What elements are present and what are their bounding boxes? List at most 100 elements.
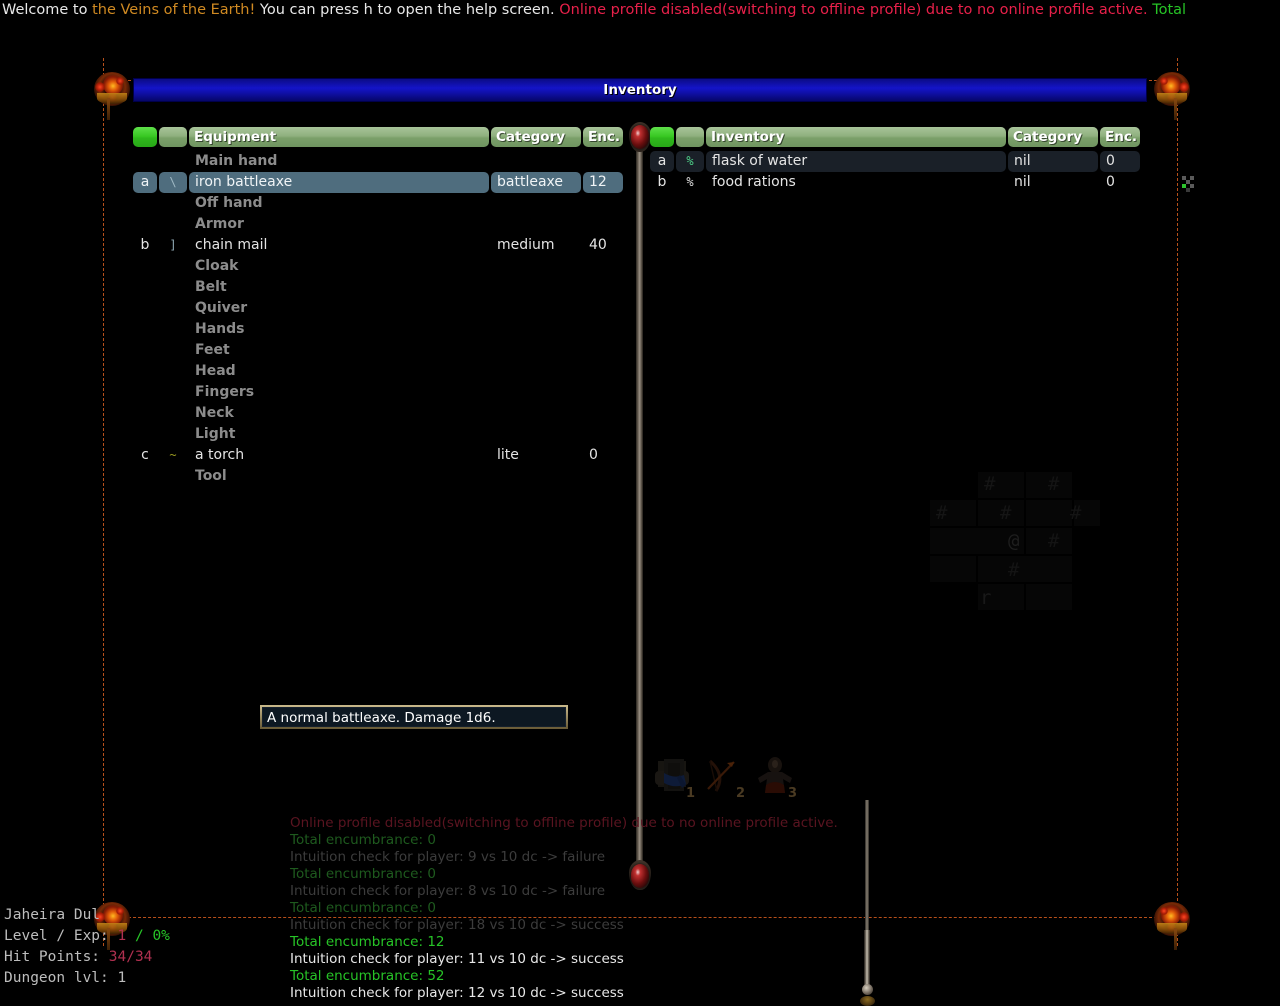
equipment-row-category[interactable]: battleaxe [491,172,581,193]
staff-top-gem [631,125,649,149]
player-status-panel: Jaheira Dul Level / Exp: 1 / 0% Hit Poin… [4,905,254,989]
equipment-slot-label: Off hand [195,195,263,211]
equipment-slot-label: Cloak [195,258,239,274]
level-value: 1 [117,928,127,944]
equipment-slot-label: Main hand [195,153,278,169]
hotbar-slot-3-number: 3 [787,786,797,801]
log-line: Intuition check for player: 11 vs 10 dc … [290,951,624,967]
equipment-slot-label: Hands [195,321,245,337]
inventory-row-category[interactable]: nil [1008,151,1098,172]
equipment-row-enc[interactable]: 40 [583,235,623,256]
top-message-segment-2: You can press h to open the help screen. [255,2,560,18]
map-wall-glyph: # [1048,530,1060,552]
equipment-slot-label: Light [195,426,236,442]
equipment-row-symbol[interactable]: \ [159,172,187,193]
edge-marker-icon [1182,176,1196,192]
staff-divider [636,140,643,875]
equipment-slot-label: Quiver [195,300,248,316]
equipment-header-row: Equipment Category Enc. [133,127,623,147]
equipment-row-category[interactable]: lite [491,445,581,466]
hotbar-slot-1[interactable]: 1 [650,755,696,801]
map-creature-glyph: r [980,587,992,609]
map-wall-glyph: # [1000,502,1012,524]
top-message-segment-1: the Veins of the Earth! [92,2,256,18]
equipment-col-enc[interactable]: Enc. [583,127,623,147]
inventory-row-enc[interactable]: 0 [1100,172,1140,193]
map-wall-glyph: # [1008,559,1020,581]
inventory-row-name[interactable]: food rations [706,172,1006,193]
inventory-col-enc[interactable]: Enc. [1100,127,1140,147]
player-hit-points: Hit Points: 34/34 [4,947,254,968]
level-separator: / [126,928,153,944]
window-titlebar: Inventory [133,78,1147,102]
item-tooltip-text: A normal battleaxe. Damage 1d6. [267,710,496,726]
frame-line-right [1177,58,1178,946]
map-wall-glyph: # [984,473,996,495]
torch-decoration-top-right [1142,68,1198,120]
dungeon-value: 1 [117,970,127,986]
equipment-row-category[interactable]: medium [491,235,581,256]
inventory-row-letter[interactable]: a [650,151,674,172]
top-message-line: Welcome to the Veins of the Earth! You c… [0,0,1280,22]
inventory-panel[interactable]: Inventory Category Enc. a% flask of water… [650,127,1140,197]
inventory-col-sort[interactable] [650,127,674,147]
equipment-col-name[interactable]: Equipment [189,127,489,147]
window-title: Inventory [603,82,677,98]
equipment-row-enc[interactable]: 12 [583,172,623,193]
equipment-slot-label: Fingers [195,384,255,400]
hotbar-slot-1-number: 1 [685,786,695,801]
inventory-col-name[interactable]: Inventory [706,127,1006,147]
equipment-row-name[interactable]: chain mail [189,235,489,256]
inventory-row-enc[interactable]: 0 [1100,151,1140,172]
equipment-row-letter[interactable]: a [133,172,157,193]
equipment-row-name[interactable]: a torch [189,445,489,466]
map-wall-glyph: # [1070,502,1082,524]
top-message-segment-3: Online profile disabled(switching to off… [559,2,1148,18]
player-name: Jaheira Dul [4,907,101,923]
log-line: Total encumbrance: 0 [290,832,436,848]
log-line: Intuition check for player: 8 vs 10 dc -… [290,883,606,899]
hotbar-slot-2-number: 2 [735,786,745,801]
equipment-slot-label: Neck [195,405,234,421]
inventory-row-symbol[interactable]: % [676,151,704,172]
inventory-row-symbol[interactable]: % [676,172,704,193]
level-exp-label: Level / Exp: [4,928,118,944]
equipment-panel[interactable]: Equipment Category Enc. Main hand a \ iron … [133,127,623,497]
message-log: Online profile disabled(switching to off… [290,815,910,1002]
dungeon-map: # # # # # @ # # r [930,465,1110,615]
equipment-slot-label: Belt [195,279,227,295]
map-wall-glyph: # [936,502,948,524]
equipment-row-letter[interactable]: c [133,445,157,466]
hp-label: Hit Points: [4,949,109,965]
log-line: Total encumbrance: 12 [290,934,445,950]
top-message-segment-4: Total [1147,2,1187,18]
equipment-col-category[interactable]: Category [491,127,581,147]
equipment-col-sort[interactable] [133,127,157,147]
log-line: Intuition check for player: 18 vs 10 dc … [290,917,624,933]
inventory-row-name[interactable]: flask of water [706,151,1006,172]
log-line: Total encumbrance: 0 [290,900,436,916]
inventory-col-symbol[interactable] [676,127,704,147]
equipment-slot-label: Feet [195,342,230,358]
top-message-segment-0: Welcome to [2,2,93,18]
torch-decoration-bottom-right [1142,898,1198,950]
equipment-col-symbol[interactable] [159,127,187,147]
exp-value: 0% [152,928,170,944]
inventory-col-category[interactable]: Category [1008,127,1098,147]
log-line: Total encumbrance: 52 [290,968,445,984]
player-dungeon-level: Dungeon lvl: 1 [4,968,254,989]
player-level-exp: Level / Exp: 1 / 0% [4,926,254,947]
log-line: Intuition check for player: 12 vs 10 dc … [290,985,624,1001]
log-line: Intuition check for player: 9 vs 10 dc -… [290,849,606,865]
equipment-row-enc[interactable]: 0 [583,445,623,466]
inventory-row-category[interactable]: nil [1008,172,1098,193]
equipment-row-symbol[interactable]: ] [159,235,187,256]
hotbar-slot-2[interactable]: 2 [700,755,746,801]
equipment-row-name[interactable]: iron battleaxe [189,172,489,193]
inventory-row-letter[interactable]: b [650,172,674,193]
frame-line-left [103,58,104,946]
equipment-row-letter[interactable]: b [133,235,157,256]
dungeon-label: Dungeon lvl: [4,970,118,986]
equipment-row-symbol[interactable]: ~ [159,445,187,466]
hotbar-slot-3[interactable]: 3 [752,755,798,801]
